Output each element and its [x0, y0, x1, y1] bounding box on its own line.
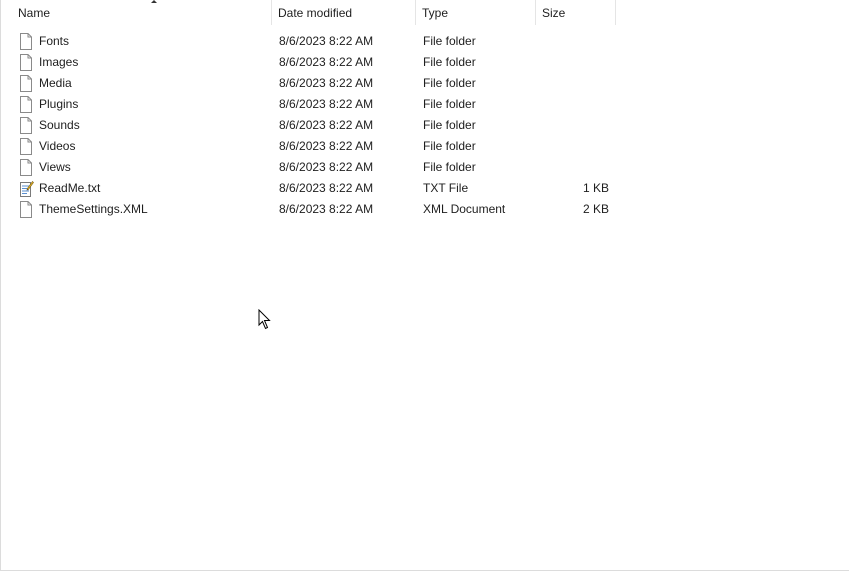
file-date-modified: 8/6/2023 8:22 AM [279, 202, 374, 216]
file-row[interactable]: Sounds 8/6/2023 8:22 AM File folder [1, 115, 849, 136]
file-row[interactable]: ThemeSettings.XML 8/6/2023 8:22 AM XML Doc… [1, 199, 849, 220]
file-rows: Fonts 8/6/2023 8:22 AM File folder Images 8/… [1, 31, 849, 220]
file-name: Sounds [39, 118, 80, 132]
sort-ascending-icon [151, 0, 157, 3]
file-date-modified: 8/6/2023 8:22 AM [279, 97, 374, 111]
file-date-modified: 8/6/2023 8:22 AM [279, 139, 374, 153]
file-date-modified: 8/6/2023 8:22 AM [279, 118, 374, 132]
file-icon [18, 201, 34, 218]
column-header-name-label: Name [18, 6, 51, 20]
file-list-pane[interactable]: Name Date modified Type Size Fonts 8/6/20… [0, 0, 849, 571]
file-name: ThemeSettings.XML [39, 202, 148, 216]
file-icon [18, 159, 34, 176]
file-icon [18, 138, 34, 155]
file-size [537, 73, 609, 94]
file-date-modified: 8/6/2023 8:22 AM [279, 76, 374, 90]
file-size [537, 157, 609, 178]
file-size [537, 94, 609, 115]
file-size: 2 KB [582, 202, 609, 216]
file-row[interactable]: ReadMe.txt 8/6/2023 8:22 AM TXT File 1 KB [1, 178, 849, 199]
file-type: File folder [423, 118, 476, 132]
file-name: Plugins [39, 97, 79, 111]
file-date-modified: 8/6/2023 8:22 AM [279, 55, 374, 69]
file-date-modified: 8/6/2023 8:22 AM [279, 34, 374, 48]
column-header-size-label: Size [542, 6, 566, 20]
file-name: ReadMe.txt [39, 181, 101, 195]
file-icon [18, 117, 34, 134]
text-file-icon [18, 180, 34, 197]
file-icon [18, 54, 34, 71]
file-type: File folder [423, 139, 476, 153]
file-name: Fonts [39, 34, 70, 48]
file-icon [18, 33, 34, 50]
file-type: File folder [423, 34, 476, 48]
file-type: XML Document [423, 202, 506, 216]
mouse-cursor-icon [258, 309, 271, 330]
file-type: TXT File [423, 181, 469, 195]
file-name: Views [39, 160, 71, 174]
file-row[interactable]: Videos 8/6/2023 8:22 AM File folder [1, 136, 849, 157]
file-size: 1 KB [582, 181, 609, 195]
file-row[interactable]: Media 8/6/2023 8:22 AM File folder [1, 73, 849, 94]
column-header-name[interactable]: Name [13, 0, 272, 25]
column-header-date-label: Date modified [278, 6, 353, 20]
file-row[interactable]: Views 8/6/2023 8:22 AM File folder [1, 157, 849, 178]
file-name: Videos [39, 139, 76, 153]
file-icon [18, 96, 34, 113]
file-icon [18, 75, 34, 92]
file-date-modified: 8/6/2023 8:22 AM [279, 160, 374, 174]
file-type: File folder [423, 76, 476, 90]
column-header-date-modified[interactable]: Date modified [273, 0, 416, 25]
column-header-size[interactable]: Size [537, 0, 616, 25]
file-size [537, 31, 609, 52]
file-size [537, 115, 609, 136]
column-header-type[interactable]: Type [417, 0, 536, 25]
column-header-type-label: Type [422, 6, 449, 20]
column-header-bar: Name Date modified Type Size [1, 0, 849, 25]
file-type: File folder [423, 97, 476, 111]
file-type: File folder [423, 55, 476, 69]
file-type: File folder [423, 160, 476, 174]
file-row[interactable]: Plugins 8/6/2023 8:22 AM File folder [1, 94, 849, 115]
file-size [537, 52, 609, 73]
file-name: Images [39, 55, 79, 69]
file-row[interactable]: Fonts 8/6/2023 8:22 AM File folder [1, 31, 849, 52]
file-name: Media [39, 76, 72, 90]
file-date-modified: 8/6/2023 8:22 AM [279, 181, 374, 195]
file-row[interactable]: Images 8/6/2023 8:22 AM File folder [1, 52, 849, 73]
file-size [537, 136, 609, 157]
